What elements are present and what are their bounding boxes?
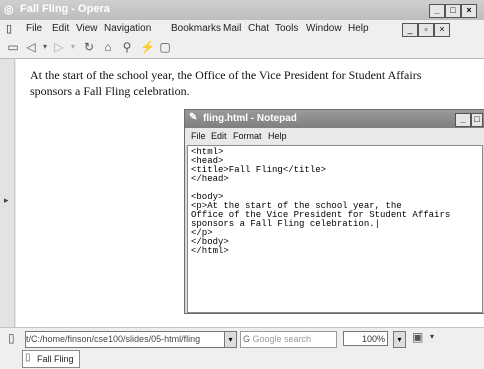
forward-menu-chevron-icon[interactable]: ▾ xyxy=(66,40,80,54)
notepad-title: fling.html - Notepad xyxy=(203,113,297,124)
notepad-menu-file[interactable]: File xyxy=(191,131,206,141)
menu-bar: ▯ File Edit View Navigation Bookmarks Ma… xyxy=(0,20,484,38)
notepad-title-bar: ✎ fling.html - Notepad _ □ xyxy=(185,110,484,128)
panel-arrow-icon[interactable]: ▸ xyxy=(4,195,9,206)
page-icon: ▯ xyxy=(8,331,15,345)
tab-page-icon: ▯ xyxy=(25,352,31,363)
search-input[interactable]: G Google search xyxy=(240,331,337,348)
notepad-icon: ✎ xyxy=(189,112,198,123)
menu-tools[interactable]: Tools xyxy=(275,23,298,34)
opera-title-bar: ◎ Fall Fling - Opera _ □ × xyxy=(0,0,484,20)
wand-icon[interactable]: ⚡ xyxy=(140,40,155,54)
menu-help[interactable]: Help xyxy=(348,23,369,34)
menu-window[interactable]: Window xyxy=(306,23,342,34)
menu-view[interactable]: View xyxy=(76,23,98,34)
close-button[interactable]: × xyxy=(461,4,477,18)
panel-toggle-icon[interactable]: ▣ xyxy=(412,330,423,344)
page-icon: ▯ xyxy=(6,23,13,35)
notepad-menu-help[interactable]: Help xyxy=(268,131,287,141)
inner-close-button[interactable]: × xyxy=(434,23,450,37)
inner-restore-button[interactable]: ▫ xyxy=(418,23,434,37)
code-line: </html> xyxy=(191,246,229,256)
minimize-button[interactable]: _ xyxy=(429,4,445,18)
menu-navigation[interactable]: Navigation xyxy=(104,23,151,34)
window-title: Fall Fling - Opera xyxy=(20,3,110,15)
address-dropdown-icon[interactable]: ▾ xyxy=(224,331,237,348)
opera-logo-icon: ◎ xyxy=(4,4,14,16)
zoom-field[interactable]: 100% xyxy=(343,331,388,346)
zoom-icon[interactable]: ⚲ xyxy=(120,40,134,54)
code-line: sponsors a Fall Fling celebration.| xyxy=(191,219,381,229)
reload-icon[interactable]: ↻ xyxy=(82,40,96,54)
opera-window: ◎ Fall Fling - Opera _ □ × ▯ File Edit V… xyxy=(0,0,484,369)
menu-bookmarks[interactable]: Bookmarks xyxy=(171,23,221,34)
side-panel-strip[interactable]: ▸ xyxy=(0,59,15,327)
notepad-menu-edit[interactable]: Edit xyxy=(211,131,227,141)
back-menu-chevron-icon[interactable]: ▾ xyxy=(38,40,52,54)
notepad-minimize-button[interactable]: _ xyxy=(455,113,471,127)
notepad-menu-bar: File Edit Format Help xyxy=(185,128,484,145)
folder-icon[interactable]: ▭ xyxy=(6,40,20,54)
address-field[interactable]: t/C:/home/finson/cse100/slides/05-html/f… xyxy=(25,331,225,348)
panel-chevron-icon[interactable]: ▾ xyxy=(430,332,434,341)
code-line: </head> xyxy=(191,174,229,184)
menu-file[interactable]: File xyxy=(26,23,42,34)
zoom-dropdown-icon[interactable]: ▾ xyxy=(393,331,406,348)
notepad-menu-format[interactable]: Format xyxy=(233,131,262,141)
google-icon: G xyxy=(243,334,251,344)
search-placeholder: Google search xyxy=(252,334,312,344)
menu-chat[interactable]: Chat xyxy=(248,23,269,34)
notepad-text-area[interactable]: <html> <head> <title>Fall Fling</title> … xyxy=(187,145,483,313)
back-icon[interactable]: ◁ xyxy=(24,40,38,54)
page-paragraph: At the start of the school year, the Off… xyxy=(30,68,422,98)
maximize-button[interactable]: □ xyxy=(445,4,461,18)
notepad-maximize-button[interactable]: □ xyxy=(471,113,483,127)
tab-label: Fall Fling xyxy=(37,354,74,364)
notepad-window: ✎ fling.html - Notepad _ □ File Edit For… xyxy=(184,109,484,314)
home-icon[interactable]: ⌂ xyxy=(101,40,115,54)
tab-fall-fling[interactable]: Fall Fling xyxy=(22,350,80,368)
menu-mail[interactable]: Mail xyxy=(223,23,241,34)
menu-edit[interactable]: Edit xyxy=(52,23,69,34)
forward-icon[interactable]: ▷ xyxy=(52,40,66,54)
chat-bubble-icon[interactable]: ▢ xyxy=(158,40,172,54)
inner-minimize-button[interactable]: _ xyxy=(402,23,418,37)
